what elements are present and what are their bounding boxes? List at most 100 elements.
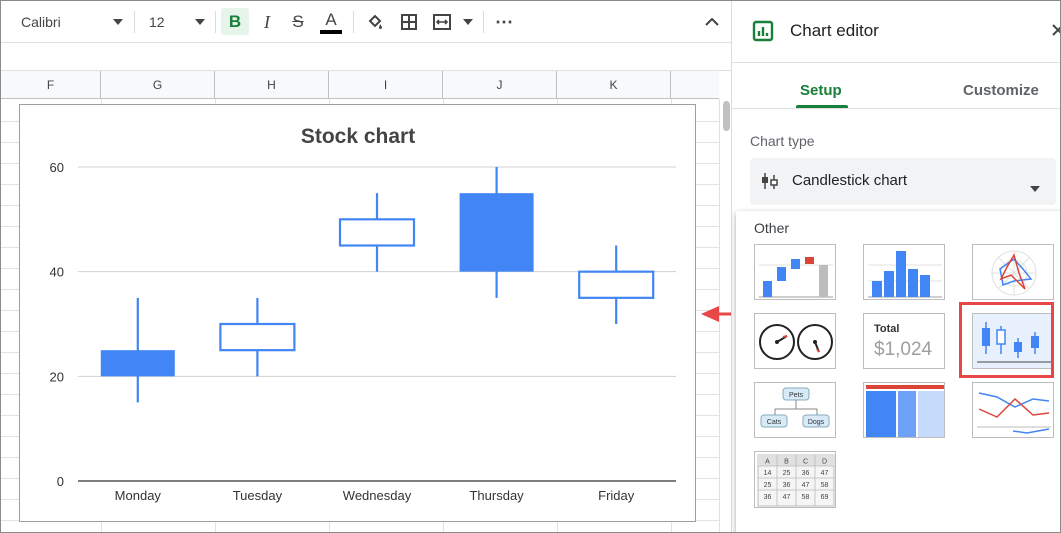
more-options-button[interactable]: ⋯ [491,10,517,34]
candle-body [578,270,655,299]
text-color-swatch [320,30,342,34]
font-size-select[interactable]: 12 [141,10,209,34]
scorecard-value: $1,024 [874,339,933,360]
more-options-label: ⋯ [495,11,513,32]
treemap-chart-option[interactable] [863,382,945,438]
x-tick-label: Thursday [469,488,524,503]
borders-button[interactable] [395,10,423,34]
histogram-chart-icon [868,251,942,298]
x-tick-label: Friday [598,488,635,503]
toolbar-divider [353,11,354,33]
bold-button[interactable]: B [221,8,249,35]
table-icon-cell: 14 [764,470,772,477]
org-chart-option[interactable]: Pets Cats Dogs [754,382,836,438]
italic-button[interactable]: I [254,10,280,34]
strikethrough-label: S [292,12,304,31]
column-header-h[interactable]: H [215,71,329,99]
candle-body [219,322,296,352]
sheets-window: Calibri 12 B I S A ⋯ F G H I J K Stock c… [0,0,1061,533]
candle-body [459,193,534,272]
waterfall-chart-option[interactable] [754,244,836,300]
table-icon-header: A [765,459,770,466]
close-icon[interactable] [1051,22,1060,43]
radar-chart-option[interactable] [972,244,1054,300]
text-color-label: A [325,10,337,29]
menu-section-title: Other [754,220,790,236]
chevron-up-icon [705,17,719,27]
table-icon-cell: 25 [764,482,772,489]
table-icon-header: B [784,459,789,466]
org-top-node: Pets [789,392,804,399]
column-header-g[interactable]: G [101,71,215,99]
chart-editor-title: Chart editor [790,21,879,40]
table-icon-cell: 58 [821,482,829,489]
table-icon-cell: 36 [802,470,810,477]
candle-body [338,218,416,247]
candlestick-icon [760,171,780,196]
bold-label: B [228,11,242,31]
y-tick-label: 60 [50,160,64,175]
chart-type-label: Chart type [750,133,815,149]
chart-type-select[interactable]: Candlestick chart [750,158,1056,205]
scorecard-chart-option[interactable]: Total $1,024 [863,313,945,369]
column-header-j[interactable]: J [443,71,557,99]
font-size-value: 12 [149,14,165,30]
borders-icon [401,14,417,30]
fill-color-button[interactable] [361,10,389,34]
dropdown-arrow-icon [463,19,473,25]
chart-type-value: Candlestick chart [792,172,908,189]
chart-title: Stock chart [301,125,415,148]
y-tick-label: 0 [57,474,64,489]
radar-chart-icon [991,250,1037,296]
table-icon-header: D [822,459,827,466]
table-chart-option[interactable]: A B C D 14 25 36 47 25 36 47 58 36 47 58 69 [754,451,836,508]
table-icon-cell: 47 [821,470,829,477]
merge-cells-icon [433,14,451,30]
table-icon-cell: 36 [783,482,791,489]
paint-bucket-icon [366,13,384,31]
scorecard-label: Total [874,323,900,335]
org-right-node: Dogs [808,419,825,426]
timeline-chart-icon [977,392,1051,434]
gauge-chart-icon [759,324,833,360]
chart-type-menu: Other Total $1,024 Pets Cats Dogs A B C … [736,211,1060,532]
table-icon-cell: 47 [802,482,810,489]
table-icon-cell: 25 [783,470,791,477]
toolbar-divider [483,11,484,33]
text-color-button[interactable]: A [317,7,345,37]
tabs-divider [732,108,1060,109]
collapse-toolbar-button[interactable] [699,10,725,34]
merge-cells-button[interactable] [429,10,477,34]
org-chart-icon: Pets Cats Dogs [760,387,830,428]
y-tick-label: 40 [50,265,64,280]
table-icon-header: C [803,459,808,466]
font-family-value: Calibri [21,14,61,30]
table-chart-icon: A B C D 14 25 36 47 25 36 47 58 36 47 58 69 [757,454,835,507]
x-tick-label: Tuesday [233,488,283,503]
x-tick-label: Wednesday [343,488,412,503]
dropdown-arrow-icon [113,19,123,25]
strikethrough-button[interactable]: S [285,10,311,34]
treemap-chart-icon [866,385,944,437]
column-header-f[interactable]: F [1,71,101,99]
column-header-i[interactable]: I [329,71,443,99]
column-headers: F G H I J K [1,71,719,99]
font-family-select[interactable]: Calibri [9,10,127,34]
org-left-node: Cats [767,419,782,426]
gauge-chart-option[interactable] [754,313,836,369]
histogram-chart-option[interactable] [863,244,945,300]
x-tick-label: Monday [115,488,162,503]
column-header-k[interactable]: K [557,71,671,99]
candle-body [100,350,175,377]
toolbar: Calibri 12 B I S A ⋯ [1,1,731,43]
chart-canvas: Stock chart 0 20 40 60 Monday Tuesday Wednesda… [50,125,676,503]
stock-chart[interactable]: Stock chart 0 20 40 60 Monday Tuesday Wednesda… [19,104,696,522]
scrollbar-thumb[interactable] [723,101,730,131]
tab-setup[interactable]: Setup [800,82,842,99]
dropdown-arrow-icon [1030,179,1040,197]
italic-label: I [264,11,270,32]
table-icon-cell: 36 [764,494,772,501]
timeline-chart-option[interactable] [972,382,1054,438]
tab-customize[interactable]: Customize [963,82,1039,99]
formula-bar[interactable] [1,43,731,71]
